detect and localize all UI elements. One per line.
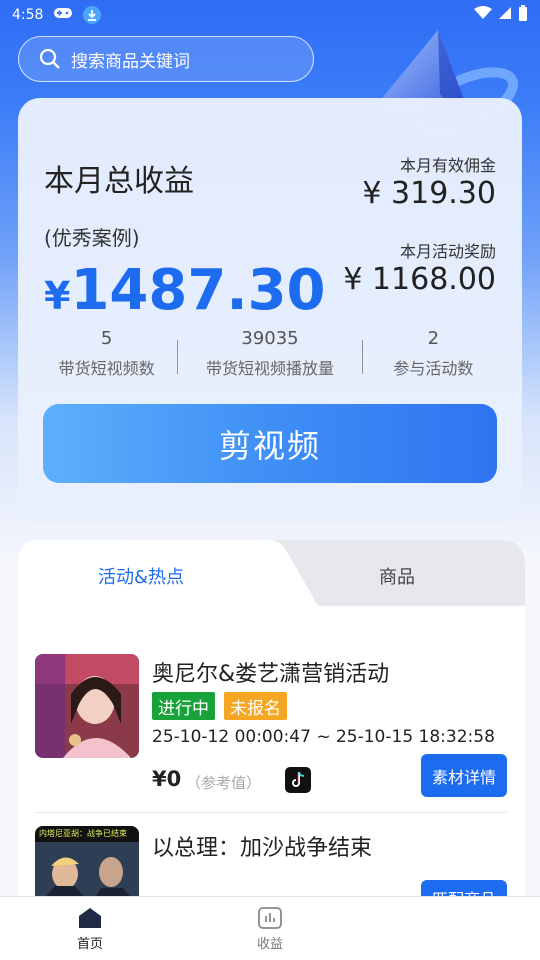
nav-home[interactable]: 首页 bbox=[0, 897, 180, 960]
status-badge-unregistered: 未报名 bbox=[224, 692, 287, 720]
news-title[interactable]: 以总理：加沙战争结束 bbox=[152, 830, 372, 862]
cut-video-button[interactable]: 剪视频 bbox=[43, 404, 497, 483]
total-value: 1487.30 bbox=[70, 258, 326, 323]
news-thumbnail[interactable]: 内塔尼亚胡：战争已结束 bbox=[35, 826, 139, 900]
tab-products-label[interactable]: 商品 bbox=[379, 563, 415, 589]
stat-video-count: 5 带货短视频数 bbox=[36, 328, 177, 384]
gamepad-icon bbox=[53, 6, 73, 24]
commission-value: ¥ 319.30 bbox=[362, 176, 496, 211]
nav-earnings[interactable]: 收益 bbox=[180, 897, 360, 960]
stats-row: 5 带货短视频数 39035 带货短视频播放量 2 参与活动数 bbox=[36, 328, 504, 384]
search-bar[interactable]: 搜索商品关键词 bbox=[18, 36, 314, 82]
stat-value: 5 bbox=[100, 328, 113, 349]
commission-label: 本月有效佣金 bbox=[399, 156, 496, 175]
download-icon bbox=[83, 6, 102, 24]
battery-icon bbox=[518, 5, 528, 25]
activity-time-range: 25-10-12 00:00:47 ~ 25-10-15 18:32:58 bbox=[152, 727, 495, 747]
wifi-icon bbox=[474, 6, 492, 24]
stat-label: 参与活动数 bbox=[393, 359, 474, 378]
stat-play-count: 39035 带货短视频播放量 bbox=[178, 328, 362, 384]
price-reference-note: （参考值） bbox=[186, 774, 262, 792]
activity-price: ¥0 bbox=[152, 767, 182, 791]
status-time: 4:58 bbox=[12, 7, 44, 23]
activity-thumbnail[interactable] bbox=[35, 654, 139, 758]
search-placeholder: 搜索商品关键词 bbox=[71, 51, 190, 72]
list-divider bbox=[36, 812, 507, 813]
status-badge-ongoing: 进行中 bbox=[152, 692, 215, 720]
case-label: (优秀案例) bbox=[44, 226, 140, 250]
nav-earnings-label: 收益 bbox=[256, 937, 283, 952]
total-currency: ¥ bbox=[44, 274, 71, 318]
material-details-button[interactable]: 素材详情 bbox=[421, 754, 507, 797]
tiktok-icon bbox=[285, 767, 311, 793]
search-icon bbox=[39, 48, 60, 69]
signal-icon bbox=[498, 6, 512, 24]
stat-value: 2 bbox=[427, 328, 440, 349]
home-icon bbox=[79, 908, 101, 928]
bottom-navigation: 首页 收益 bbox=[0, 896, 540, 960]
activity-title[interactable]: 奥尼尔&娄艺潇营销活动 bbox=[152, 656, 389, 688]
reward-value: ¥ 1168.00 bbox=[343, 262, 496, 297]
nav-home-label: 首页 bbox=[76, 937, 103, 952]
earnings-title: 本月总收益 bbox=[44, 164, 194, 199]
thumbnail-caption: 内塔尼亚胡：战争已结束 bbox=[39, 829, 127, 838]
stat-value: 39035 bbox=[241, 328, 299, 349]
stat-activity-count: 2 参与活动数 bbox=[363, 328, 504, 384]
reward-label: 本月活动奖励 bbox=[399, 242, 496, 261]
chart-icon bbox=[258, 907, 282, 929]
tab-activities[interactable]: 活动&热点 bbox=[98, 563, 184, 589]
stat-label: 带货短视频数 bbox=[58, 359, 155, 378]
stat-label: 带货短视频播放量 bbox=[206, 359, 335, 378]
total-earnings: ¥1487.30 bbox=[44, 258, 326, 323]
